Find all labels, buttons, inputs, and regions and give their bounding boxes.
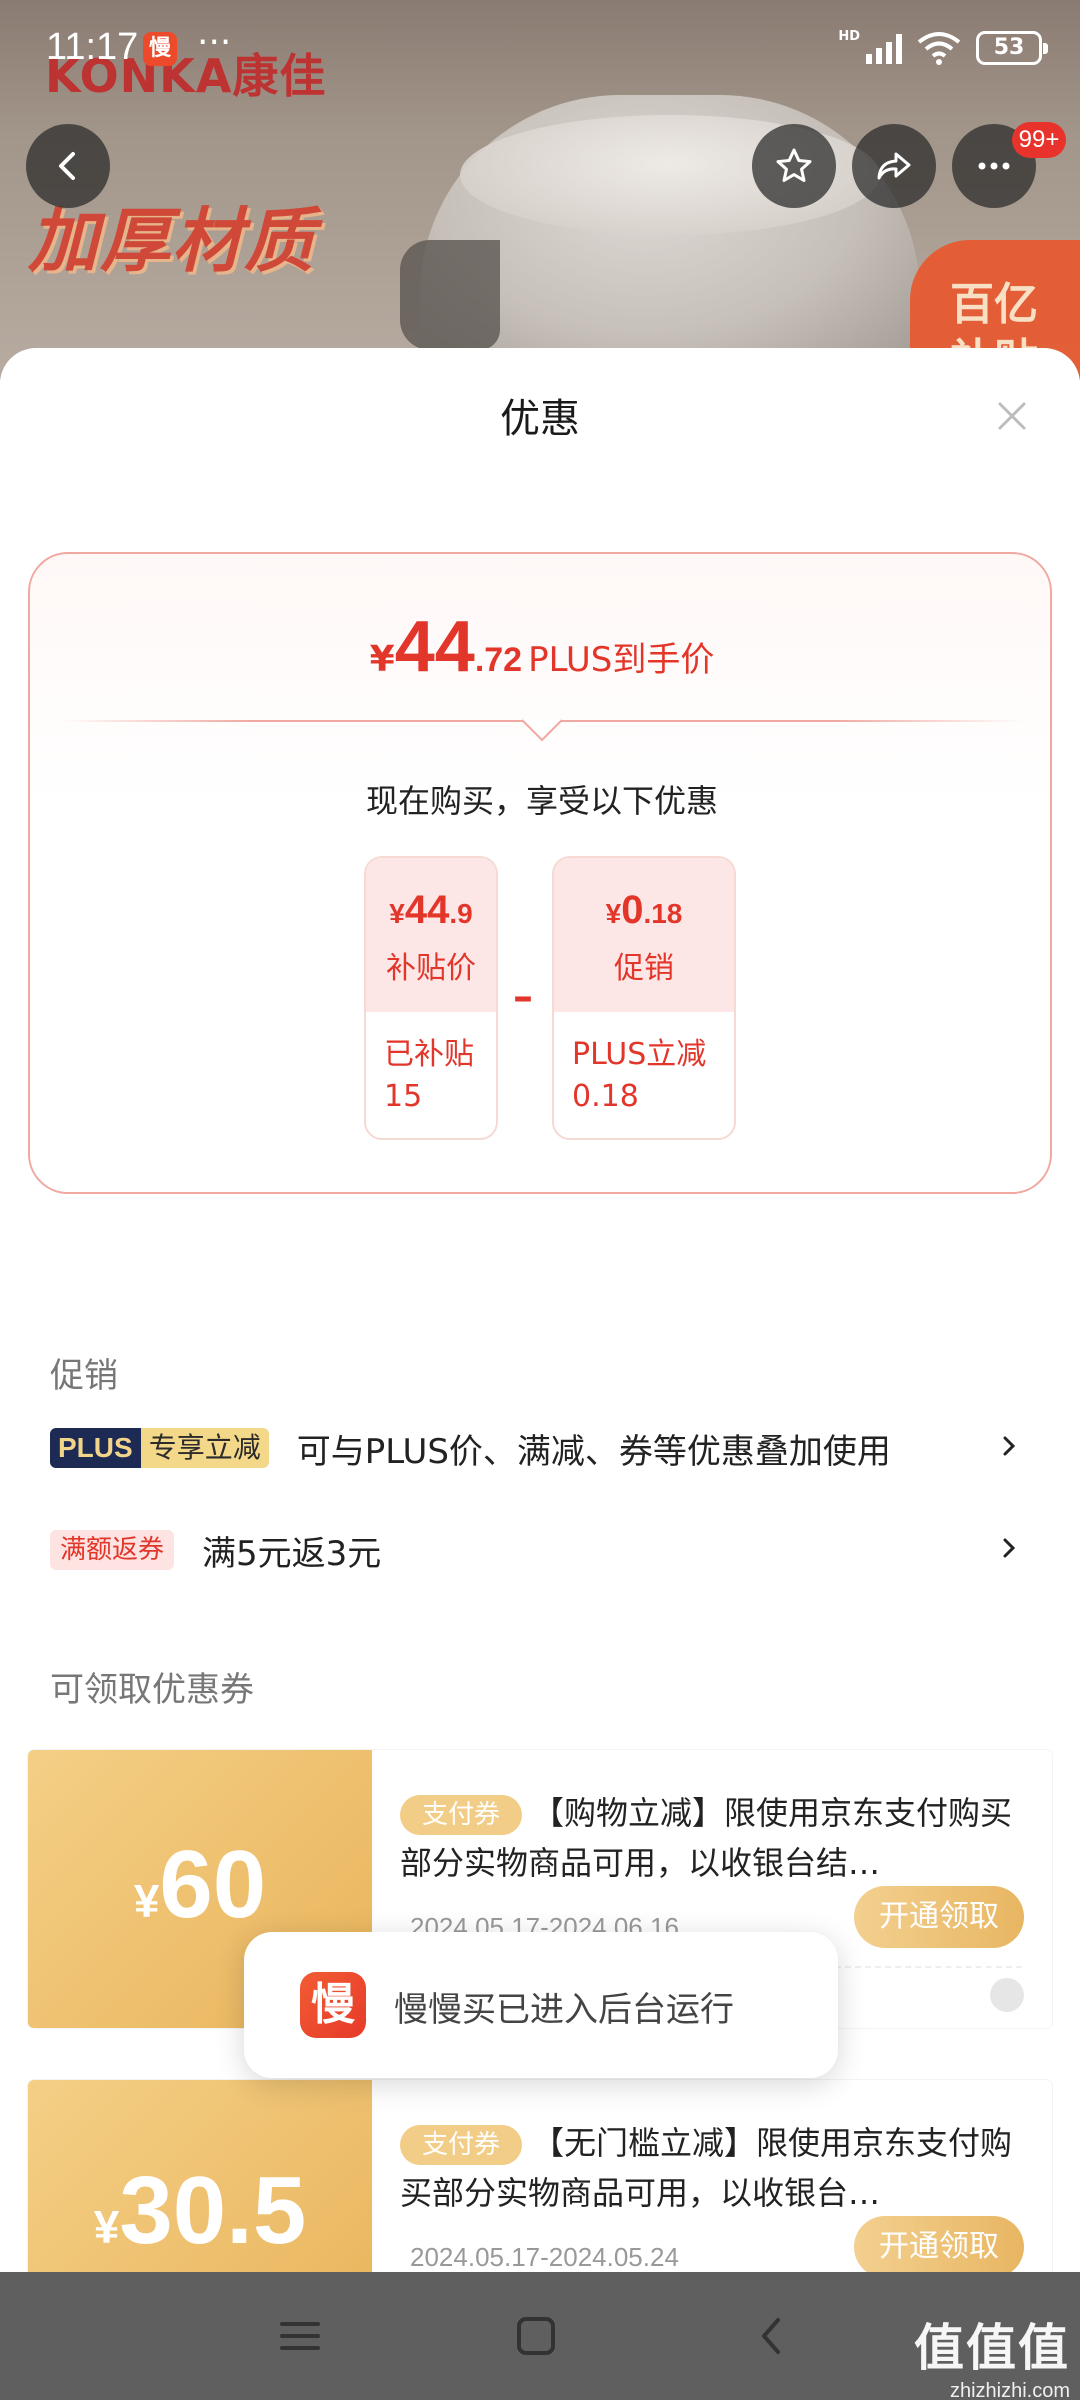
cashback-tag: 满额返券: [50, 1530, 175, 1570]
coupon-info-panel: 支付券 【无门槛立减】限使用京东支付购买部分实物商品可用，以收银台… 2024.0…: [372, 2080, 1052, 2278]
chevron-right-icon: [1003, 1538, 1016, 1558]
coupon-description: 支付券 【无门槛立减】限使用京东支付购买部分实物商品可用，以收银台…: [400, 2118, 1020, 2218]
kettle-spout: [400, 240, 500, 350]
chevron-right-icon: [1003, 1436, 1016, 1456]
toast-message: 慢慢买已进入后台运行: [394, 1990, 734, 2030]
promo-decimal: .18: [643, 898, 683, 929]
coupon-value: 30.5: [119, 2157, 307, 2264]
notification-count-badge: 99+: [1012, 122, 1066, 158]
subsidy-integer: 44: [404, 888, 450, 932]
chevron-left-icon: [59, 152, 75, 180]
price-tag: PLUS到手价: [528, 640, 715, 680]
back-button[interactable]: [26, 124, 110, 208]
coupon-currency: ¥: [93, 2201, 120, 2253]
corner-badge-line1: 百亿: [950, 279, 1038, 330]
promo-currency: ¥: [605, 898, 622, 929]
sheet-title: 优惠: [500, 396, 580, 442]
subsidy-detail-line2: 15: [384, 1079, 423, 1114]
home-icon[interactable]: [508, 2308, 564, 2364]
more-notifications-icon: ···: [197, 22, 232, 63]
menu-icon[interactable]: [272, 2308, 328, 2364]
coupon-value: 60: [159, 1831, 267, 1938]
watermark-logo: 值值值 zhizhizhi.com: [914, 2308, 1070, 2400]
final-price: ¥44.72 PLUS到手价: [30, 606, 1054, 688]
coupon-currency: ¥: [133, 1875, 160, 1927]
coupon-card: ¥30.5 支付券 【无门槛立减】限使用京东支付购买部分实物商品可用，以收银台… …: [28, 2080, 1052, 2278]
promo-label: 促销: [614, 951, 674, 986]
star-icon: [776, 148, 812, 182]
plus-badge-part1: PLUS: [50, 1428, 141, 1468]
coupon-value-panel: ¥30.5: [28, 2080, 372, 2278]
price-summary-card: ¥44.72 PLUS到手价 现在购买，享受以下优惠 ¥44.9 补贴价 已补贴 1…: [28, 552, 1052, 1194]
claim-coupon-button[interactable]: 开通领取: [854, 1886, 1024, 1948]
favorite-button[interactable]: [752, 124, 836, 208]
status-time: 11:17: [46, 26, 139, 68]
coupon-amount: ¥60: [28, 1830, 372, 1940]
subsidy-detail-line1: 已补贴: [384, 1037, 474, 1072]
cashback-promo-row[interactable]: 满额返券 满5元返3元: [50, 1520, 1040, 1580]
minus-sign: –: [513, 974, 533, 1020]
watermark-line2: zhizhizhi.com: [949, 2380, 1070, 2400]
notch-arrow-icon: [522, 719, 562, 742]
subsidy-price-box: ¥44.9 补贴价 已补贴 15: [364, 856, 498, 1140]
price-decimal: .72: [474, 641, 523, 679]
promo-detail-line1: PLUS立减: [572, 1037, 707, 1072]
subsidy-label: 补贴价: [386, 951, 476, 986]
coupon-description: 支付券 【购物立减】限使用京东支付购买部分实物商品可用，以收银台结…: [400, 1788, 1020, 1888]
more-dots-icon: [978, 162, 1010, 170]
price-currency: ¥: [369, 639, 395, 680]
promo-integer: 0: [621, 888, 644, 932]
app-notification-icon: 慢: [143, 32, 177, 66]
share-button[interactable]: [852, 124, 936, 208]
subsidy-currency: ¥: [389, 898, 405, 929]
buy-now-text: 现在购买，享受以下优惠: [365, 782, 718, 820]
coupon-type-tag: 支付券: [400, 1795, 523, 1835]
coupon-amount: ¥30.5: [28, 2156, 372, 2266]
signal-icon: [866, 32, 902, 64]
cashback-text: 满5元返3元: [202, 1533, 382, 1574]
promo-section-title: 促销: [50, 1356, 118, 1396]
wifi-icon: [917, 32, 961, 65]
background-running-toast: 慢 慢慢买已进入后台运行: [244, 1932, 838, 2078]
plus-promo-row[interactable]: PLUS 专享立减 可与PLUS价、满减、券等优惠叠加使用: [50, 1418, 1040, 1478]
app-icon: 慢: [300, 1972, 366, 2038]
plus-exclusive-badge: PLUS 专享立减: [50, 1428, 269, 1468]
plus-promo-text: 可与PLUS价、满减、券等优惠叠加使用: [296, 1431, 891, 1472]
promotion-box: ¥0.18 促销 PLUS立减 0.18: [552, 856, 736, 1140]
subsidy-decimal: .9: [449, 898, 473, 929]
hd-label: HD: [838, 28, 860, 44]
claim-coupon-button[interactable]: 开通领取: [854, 2216, 1024, 2278]
watermark-line1: 值值值: [914, 2319, 1070, 2377]
promo-detail-line2: 0.18: [572, 1079, 639, 1114]
coupon-section-title: 可领取优惠券: [50, 1670, 254, 1710]
plus-badge-part2: 专享立减: [140, 1428, 269, 1468]
close-icon[interactable]: [988, 392, 1036, 440]
coupon-type-tag: 支付券: [400, 2125, 523, 2165]
expand-icon[interactable]: [990, 1978, 1024, 2012]
share-icon: [877, 152, 911, 180]
battery-icon: 53: [976, 31, 1048, 65]
coupon-validity-date: 2024.05.17-2024.05.24: [410, 2242, 679, 2272]
status-bar: 11:17 慢 ··· HD 53: [0, 0, 1080, 100]
status-right: HD 53: [838, 28, 1048, 66]
back-icon[interactable]: [744, 2308, 800, 2364]
price-integer: 44: [394, 607, 475, 687]
